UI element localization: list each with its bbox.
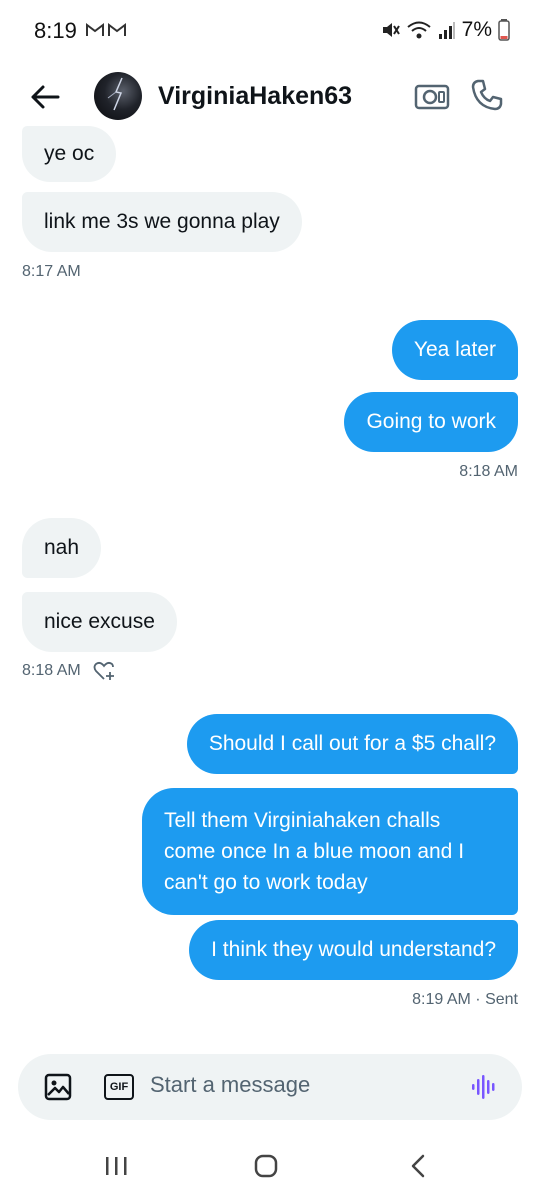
battery-icon [498, 19, 510, 41]
message-bubble-incoming[interactable]: ye oc [22, 126, 117, 182]
gif-label: GIF [109, 1081, 129, 1093]
message-composer[interactable]: GIF Start a message [18, 1054, 522, 1120]
status-indicators: 7% [380, 18, 510, 42]
message-text-line: Tell them Virginiahaken challs [164, 809, 441, 832]
signal-icon [438, 22, 455, 39]
home-icon[interactable] [254, 1154, 278, 1178]
status-bar: 8:19 7% [0, 0, 540, 62]
message-text-line: come once In a blue moon and I [164, 840, 465, 863]
system-back-icon[interactable] [408, 1154, 428, 1178]
battery-percent: 7% [461, 18, 492, 41]
message-text: nice excuse [44, 610, 155, 633]
phone-call-icon[interactable] [470, 78, 504, 112]
message-text: Going to work [366, 410, 496, 433]
message-bubble-outgoing[interactable]: Going to work [344, 392, 518, 452]
add-reaction-heart-icon[interactable] [93, 661, 117, 681]
message-text-line: can't go to work today [164, 871, 368, 894]
gmail-notification-icon-2 [108, 23, 126, 36]
message-bubble-outgoing[interactable]: Should I call out for a $5 chall? [186, 714, 518, 774]
message-bubble-outgoing[interactable]: Yea later [391, 320, 518, 380]
recent-apps-icon[interactable] [104, 1156, 128, 1176]
video-call-icon[interactable] [414, 80, 450, 112]
message-text: I think they would understand? [211, 938, 496, 961]
image-media-icon[interactable] [44, 1073, 72, 1101]
message-text: nah [44, 536, 80, 559]
message-timestamp: 8:18 AM [459, 463, 518, 480]
gmail-notification-icon [86, 23, 104, 36]
message-input[interactable]: Start a message [150, 1072, 310, 1098]
message-text: link me 3s we gonna play [44, 210, 280, 233]
message-timestamp: 8:18 AM [22, 662, 81, 679]
message-text: ye oc [44, 142, 95, 165]
contact-name[interactable]: VirginiaHaken63 [158, 82, 352, 111]
conversation-header: VirginiaHaken63 [0, 62, 540, 132]
system-navigation-bar [0, 1130, 540, 1200]
gif-button[interactable]: GIF [104, 1074, 134, 1100]
message-text: Should I call out for a $5 chall? [208, 732, 496, 755]
back-arrow-icon[interactable] [28, 80, 62, 114]
message-bubble-outgoing[interactable]: I think they would understand? [189, 920, 518, 980]
message-bubble-incoming[interactable]: nice excuse [22, 592, 177, 652]
avatar[interactable] [94, 72, 142, 120]
wifi-icon [407, 21, 431, 39]
message-bubble-outgoing[interactable]: Tell them Virginiahaken challs come once… [142, 788, 518, 915]
message-timestamp-row: 8:18 AM [22, 661, 117, 681]
status-time: 8:19 [34, 18, 77, 43]
message-timestamp: 8:17 AM [22, 263, 81, 280]
mute-icon [382, 23, 400, 37]
voice-message-icon[interactable] [470, 1073, 498, 1101]
message-bubble-incoming[interactable]: link me 3s we gonna play [22, 192, 302, 252]
message-text: Yea later [413, 338, 496, 361]
message-status-timestamp: 8:19 AM · Sent [412, 991, 518, 1008]
message-bubble-incoming[interactable]: nah [22, 518, 102, 578]
lightning-avatar-image [107, 77, 123, 111]
